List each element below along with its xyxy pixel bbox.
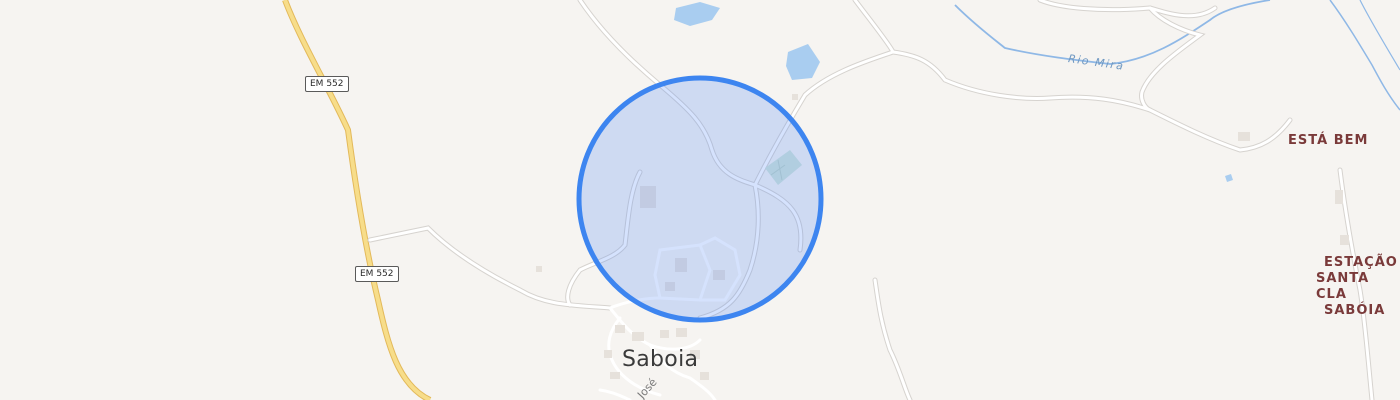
river-east bbox=[1329, 0, 1400, 111]
reservoir-east bbox=[786, 44, 820, 80]
station-label-line1: ESTAÇÃO bbox=[1324, 255, 1398, 270]
map-canvas[interactable]: EM 552 EM 552 Rio Mira Saboia José ESTÁ … bbox=[0, 0, 1400, 400]
town-label-saboia[interactable]: Saboia bbox=[622, 347, 698, 372]
station-label-line3: SABÓIA bbox=[1324, 303, 1386, 318]
map-layer bbox=[282, 0, 1400, 400]
road-shield-em552-north[interactable]: EM 552 bbox=[305, 76, 349, 92]
poi-esta-bem-text: ESTÁ BEM bbox=[1288, 133, 1369, 148]
poi-label-esta-bem[interactable]: ESTÁ BEM bbox=[1288, 133, 1368, 149]
reservoir-north bbox=[674, 2, 720, 26]
poi-label-estacao[interactable]: ESTAÇÃO SANTA CLA SABÓIA bbox=[1316, 255, 1400, 319]
river-east-2 bbox=[1359, 0, 1400, 71]
pond-small bbox=[1225, 174, 1233, 182]
location-accuracy-icon bbox=[576, 75, 824, 323]
road-shield-em552-south[interactable]: EM 552 bbox=[355, 266, 399, 282]
station-label-line2: SANTA CLA bbox=[1316, 271, 1370, 302]
